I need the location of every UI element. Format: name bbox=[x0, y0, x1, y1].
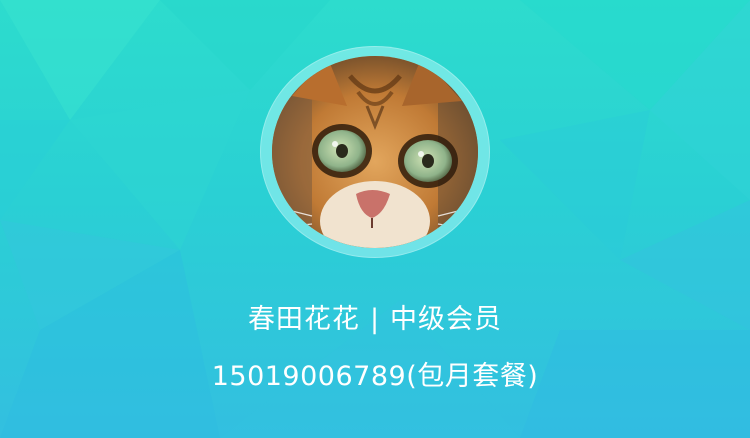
phone-number: 15019006789 bbox=[211, 361, 407, 392]
phone-info: 15019006789(包月套餐) bbox=[0, 355, 750, 399]
separator: | bbox=[369, 304, 381, 335]
plan-label: (包月套餐) bbox=[406, 361, 539, 392]
member-level: 中级会员 bbox=[390, 304, 503, 335]
profile-header: 春田花花 | 中级会员 15019006789(包月套餐) bbox=[0, 0, 750, 438]
cat-avatar-icon[interactable] bbox=[272, 56, 478, 248]
user-info: 春田花花 | 中级会员 bbox=[0, 298, 750, 342]
nickname: 春田花花 bbox=[247, 304, 360, 335]
